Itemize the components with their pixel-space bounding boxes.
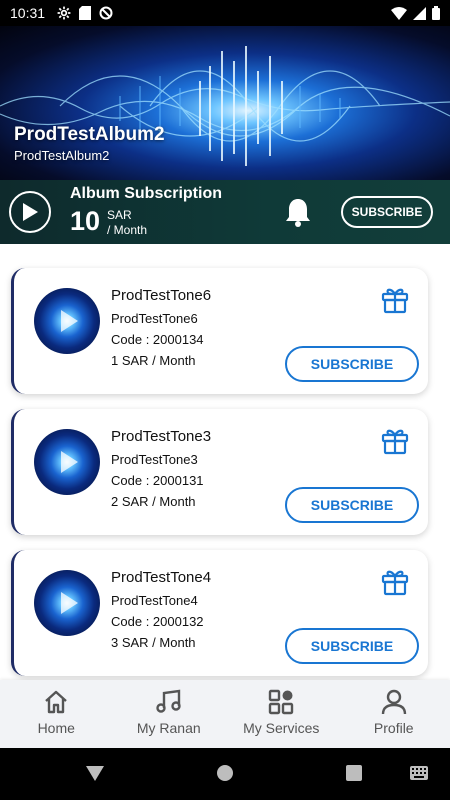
gift-icon[interactable] (380, 425, 410, 460)
tone-subtitle: ProdTestTone4 (111, 593, 198, 608)
nav-label-home: Home (37, 720, 75, 736)
recent-apps-icon[interactable] (346, 765, 362, 781)
tone-code: Code : 2000132 (111, 614, 204, 629)
battery-icon (432, 6, 440, 20)
music-note-icon (156, 689, 181, 713)
nav-item-my-services[interactable]: My Services (225, 680, 338, 748)
tone-code: Code : 2000131 (111, 473, 204, 488)
tone-subscribe-button[interactable]: SUBSCRIBE (285, 487, 419, 523)
album-subtitle: ProdTestAlbum2 (14, 148, 110, 163)
bottom-nav: Home My Ranan My Services Profile (0, 680, 450, 748)
home-icon (45, 690, 68, 714)
tone-price: 1 SAR / Month (111, 353, 196, 368)
tone-price: 3 SAR / Month (111, 635, 196, 650)
tone-subscribe-button[interactable]: SUBSCRIBE (285, 346, 419, 382)
status-bar: 10:31 (0, 0, 450, 26)
play-button[interactable] (9, 191, 51, 233)
data-saver-icon (99, 6, 113, 20)
gift-icon[interactable] (380, 566, 410, 601)
sd-card-icon (79, 6, 92, 20)
tone-code: Code : 2000134 (111, 332, 204, 347)
tone-name: ProdTestTone6 (111, 287, 212, 304)
keyboard-icon[interactable] (410, 766, 428, 785)
settings-gear-icon (57, 6, 71, 20)
wifi-icon (391, 6, 407, 20)
nav-item-home[interactable]: Home (0, 680, 113, 748)
tone-thumbnail (34, 570, 100, 636)
tone-thumbnail (34, 288, 100, 354)
tone-list[interactable]: ProdTestTone6 ProdTestTone6 Code : 20001… (0, 244, 450, 680)
services-grid-icon (269, 689, 294, 715)
back-icon[interactable] (86, 766, 104, 781)
profile-icon (381, 689, 406, 715)
nav-item-profile[interactable]: Profile (338, 680, 450, 748)
tone-subtitle: ProdTestTone6 (111, 311, 198, 326)
album-banner: ProdTestAlbum2 ProdTestAlbum2 (0, 26, 450, 180)
play-icon (23, 203, 38, 221)
tone-name: ProdTestTone4 (111, 569, 212, 586)
bell-icon[interactable] (284, 196, 312, 233)
system-nav-bar (0, 748, 450, 800)
tone-subtitle: ProdTestTone3 (111, 452, 198, 467)
tone-price: 2 SAR / Month (111, 494, 196, 509)
tone-name: ProdTestTone3 (111, 428, 212, 445)
nav-item-my-ranan[interactable]: My Ranan (113, 680, 226, 748)
nav-label-profile: Profile (373, 720, 414, 736)
gift-icon[interactable] (380, 284, 410, 319)
subscription-period: / Month (107, 223, 148, 237)
nav-label-my-ranan: My Ranan (136, 720, 201, 736)
nav-label-my-services: My Services (243, 720, 320, 736)
tone-card[interactable]: ProdTestTone6 ProdTestTone6 Code : 20001… (11, 268, 428, 394)
album-title: ProdTestAlbum2 (14, 124, 165, 145)
subscription-title: Album Subscription (70, 185, 222, 202)
album-subscription-bar: Album Subscription 10 SAR / Month SUBSCR… (0, 180, 450, 244)
album-subscribe-button[interactable]: SUBSCRIBE (341, 196, 433, 228)
tone-card[interactable]: ProdTestTone3 ProdTestTone3 Code : 20001… (11, 409, 428, 535)
tone-thumbnail (34, 429, 100, 495)
subscription-currency: SAR (107, 208, 132, 222)
signal-icon (413, 6, 426, 20)
subscription-price: 10 (70, 206, 101, 236)
tone-card[interactable]: ProdTestTone4 ProdTestTone4 Code : 20001… (11, 550, 428, 676)
status-time: 10:31 (10, 5, 46, 21)
tone-subscribe-button[interactable]: SUBSCRIBE (285, 628, 419, 664)
home-circle-icon[interactable] (217, 765, 233, 781)
